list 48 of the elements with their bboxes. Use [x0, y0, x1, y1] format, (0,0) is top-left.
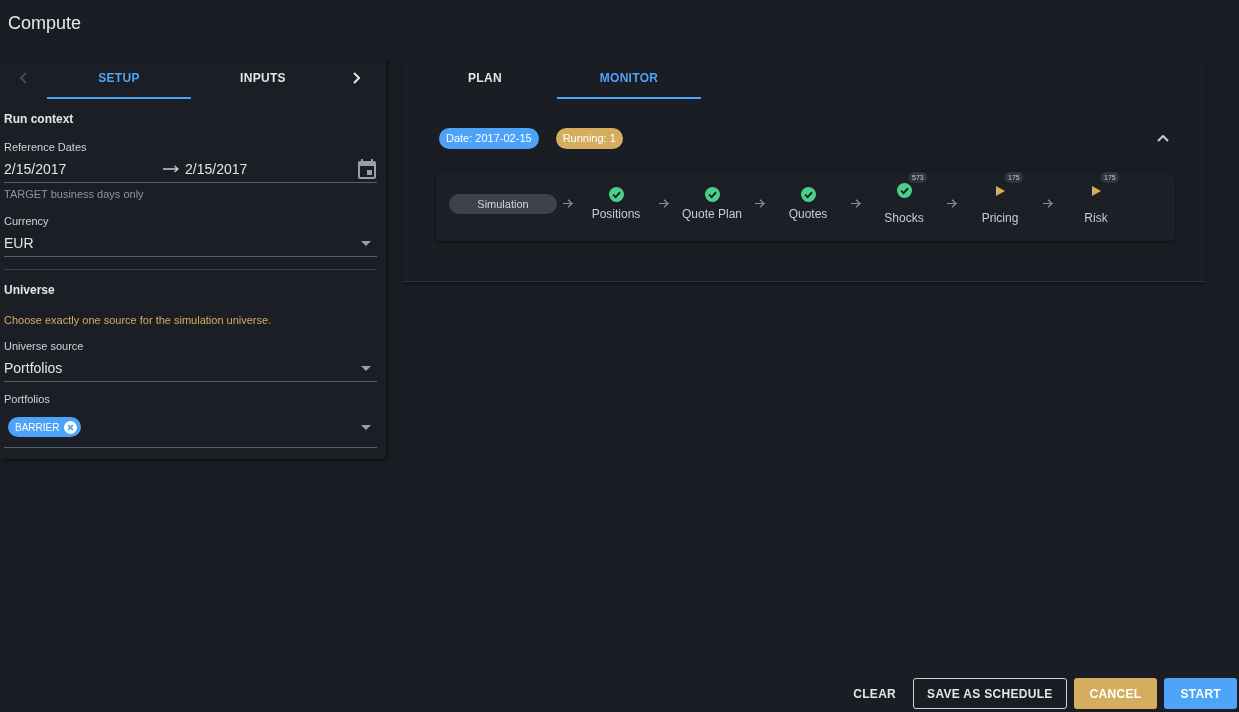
field-label: Reference Dates: [4, 140, 88, 154]
tab[interactable]: INPUTS: [191, 58, 335, 99]
field-label: Portfolios: [4, 392, 51, 406]
end-date-value[interactable]: 2/15/2017: [185, 161, 248, 177]
check-circle-icon: [896, 183, 912, 198]
tab[interactable]: SETUP: [47, 58, 191, 99]
calendar-icon[interactable]: [358, 159, 376, 179]
warning-text: Choose exactly one source for the simulation universe.: [4, 313, 273, 327]
tab[interactable]: PLAN: [413, 58, 557, 99]
step-label: Quote Plan: [681, 206, 742, 221]
step-label: Quotes: [788, 206, 828, 221]
play-triangle-icon: [1091, 185, 1101, 196]
page-title: Compute: [8, 13, 82, 33]
arrow-right-icon: [563, 199, 573, 208]
status-chip: Date: 2017-02-15: [439, 128, 539, 149]
field-label: Universe source: [4, 339, 85, 353]
stage-pill: Simulation: [449, 193, 557, 214]
status-chip: Running: 1: [555, 128, 623, 149]
arrow-right-icon: [659, 199, 669, 208]
arrow-right-icon: [851, 199, 861, 208]
field-label: Currency: [4, 214, 50, 228]
remove-icon[interactable]: [64, 420, 78, 434]
check-circle-icon: [800, 187, 816, 202]
check-circle-icon: [608, 187, 624, 202]
section-heading: Run context: [4, 111, 75, 127]
currency-select[interactable]: EUR: [4, 230, 377, 257]
helper-text: TARGET business days only: [4, 187, 145, 201]
arrow-right-icon: [755, 199, 765, 208]
dropdown-caret-icon: [361, 424, 371, 430]
play-triangle-icon: [995, 185, 1005, 196]
start-date-value[interactable]: 2/15/2017: [4, 161, 163, 177]
tab[interactable]: MONITOR: [557, 58, 701, 99]
long-arrow-icon: [163, 165, 179, 173]
step-label: Pricing: [981, 210, 1019, 225]
dropdown-caret-icon: [361, 365, 371, 371]
dropdown-caret-icon: [361, 240, 371, 246]
arrow-right-icon: [1043, 199, 1053, 208]
clear-button[interactable]: CLEAR: [844, 678, 906, 709]
universe-source-select[interactable]: Portfolios: [4, 355, 377, 382]
section-heading: Universe: [4, 282, 56, 298]
chevron-up-icon: [1157, 135, 1169, 142]
step-label: Risk: [1084, 210, 1108, 225]
step-label: Shocks: [884, 210, 924, 225]
step-label: Positions: [591, 206, 641, 221]
check-circle-icon: [704, 187, 720, 202]
date-range-field[interactable]: 2/15/2017 2/15/2017: [4, 156, 377, 183]
save-schedule-button[interactable]: SAVE AS SCHEDULE: [913, 678, 1067, 709]
arrow-right-icon: [947, 199, 957, 208]
